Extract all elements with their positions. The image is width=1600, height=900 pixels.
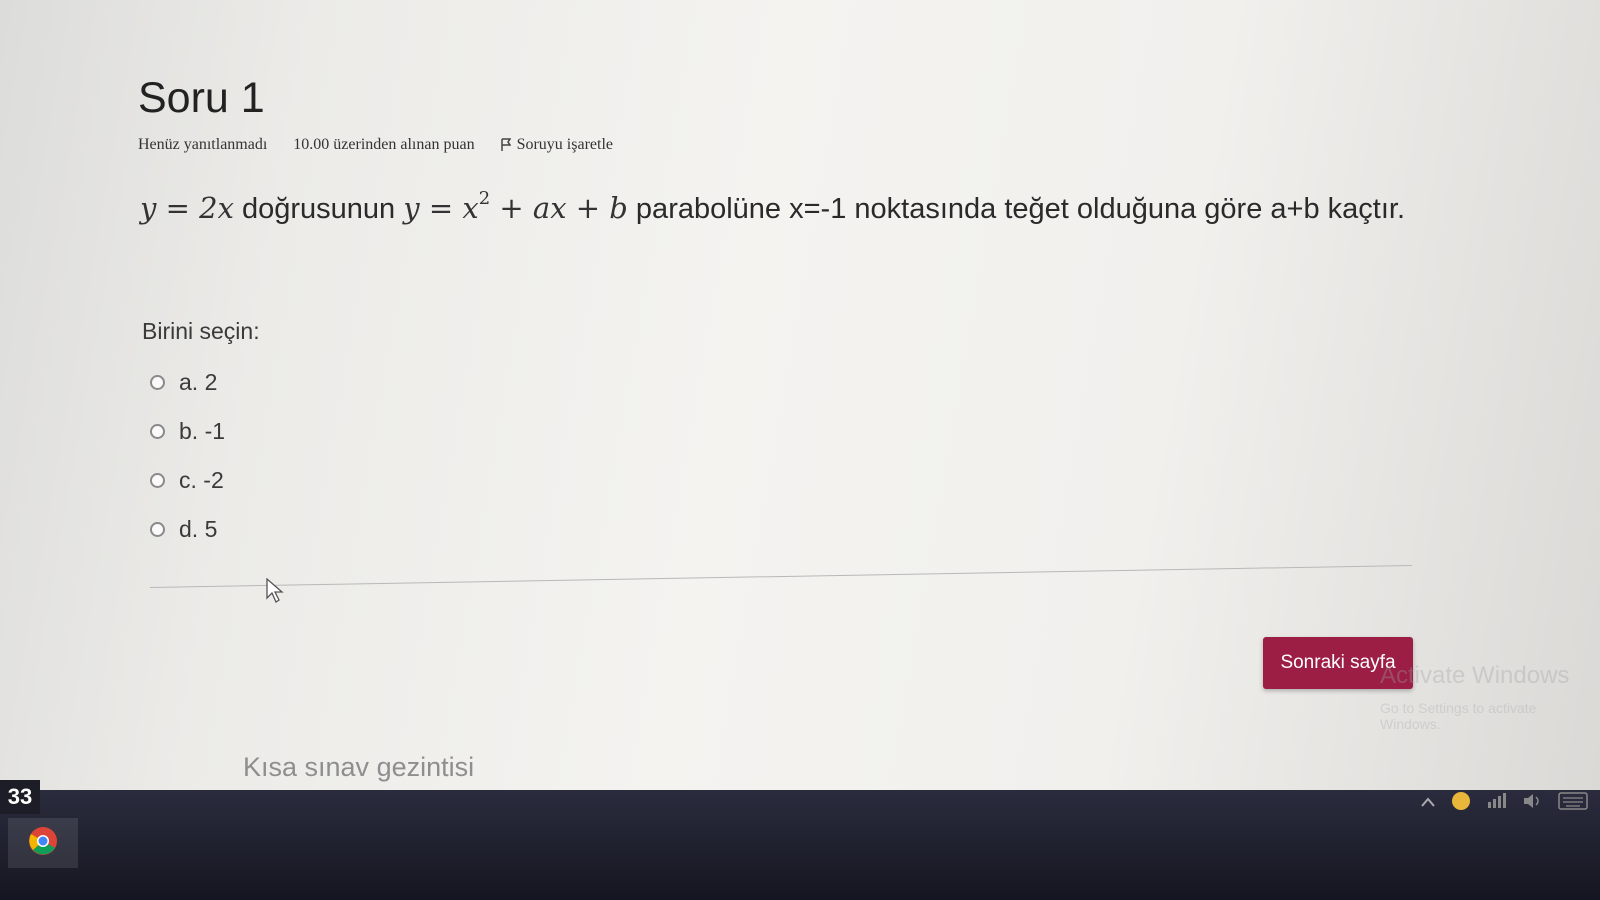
math-expression: y = x2 + ax + b: [403, 188, 628, 225]
quiz-page: Soru 1 Henüz yanıtlanmadı 10.00 üzerinde…: [0, 0, 1600, 900]
radio-button[interactable]: [150, 473, 165, 488]
taskbar: [0, 790, 1600, 900]
math-exponent: 2: [478, 188, 491, 209]
activation-watermark-sub: Go to Settings to activate Windows.: [1380, 700, 1537, 732]
answer-options: a. 2 b. -1 c. -2 d. 5: [150, 358, 225, 554]
question-text-part: doğrusunun: [233, 193, 404, 225]
radio-button[interactable]: [150, 424, 165, 439]
math-rest: + ax + b: [490, 191, 628, 225]
answer-option-label: a. 2: [179, 369, 218, 395]
math-base: y = x: [403, 191, 479, 225]
chrome-icon: [28, 826, 58, 861]
question-status: Henüz yanıtlanmadı: [138, 136, 268, 153]
question-points: 10.00 üzerinden alınan puan: [293, 136, 475, 153]
answer-option-label: b. -1: [179, 418, 226, 444]
chrome-taskbar-button[interactable]: [8, 818, 78, 868]
answer-option-a[interactable]: a. 2: [150, 358, 225, 407]
system-tray: [1420, 790, 1588, 817]
volume-icon[interactable]: [1522, 792, 1544, 815]
radio-button[interactable]: [150, 522, 165, 537]
flag-question-link[interactable]: Soruyu işaretle: [500, 136, 613, 154]
quiz-navigation-link[interactable]: Kısa sınav gezintisi: [243, 752, 474, 783]
notification-icon[interactable]: [1450, 790, 1472, 817]
radio-button[interactable]: [150, 375, 165, 390]
taskbar-badge: 33: [0, 780, 40, 814]
answer-option-d[interactable]: d. 5: [150, 505, 225, 554]
answer-option-b[interactable]: b. -1: [150, 407, 225, 456]
mouse-cursor-icon: [266, 577, 284, 609]
question-text: y = 2x doğrusunun y = x2 + ax + b parabo…: [140, 172, 1430, 236]
keyboard-icon[interactable]: [1558, 791, 1588, 816]
divider: [149, 564, 1412, 588]
activation-watermark: Activate Windows: [1380, 662, 1570, 689]
network-icon[interactable]: [1486, 792, 1508, 815]
flag-question-label: Soruyu işaretle: [516, 136, 613, 153]
question-info: Henüz yanıtlanmadı 10.00 üzerinden alına…: [138, 136, 613, 154]
math-expression: y = 2x: [140, 191, 234, 225]
answer-option-label: c. -2: [179, 467, 224, 493]
answer-option-c[interactable]: c. -2: [150, 456, 225, 505]
chevron-up-icon[interactable]: [1420, 795, 1436, 813]
flag-icon: [500, 138, 511, 152]
answer-prompt: Birini seçin:: [142, 318, 260, 344]
question-title: Soru 1: [138, 74, 265, 122]
question-text-part: parabolüne x=-1 noktasında teğet olduğun…: [627, 193, 1405, 225]
answer-option-label: d. 5: [179, 516, 218, 542]
